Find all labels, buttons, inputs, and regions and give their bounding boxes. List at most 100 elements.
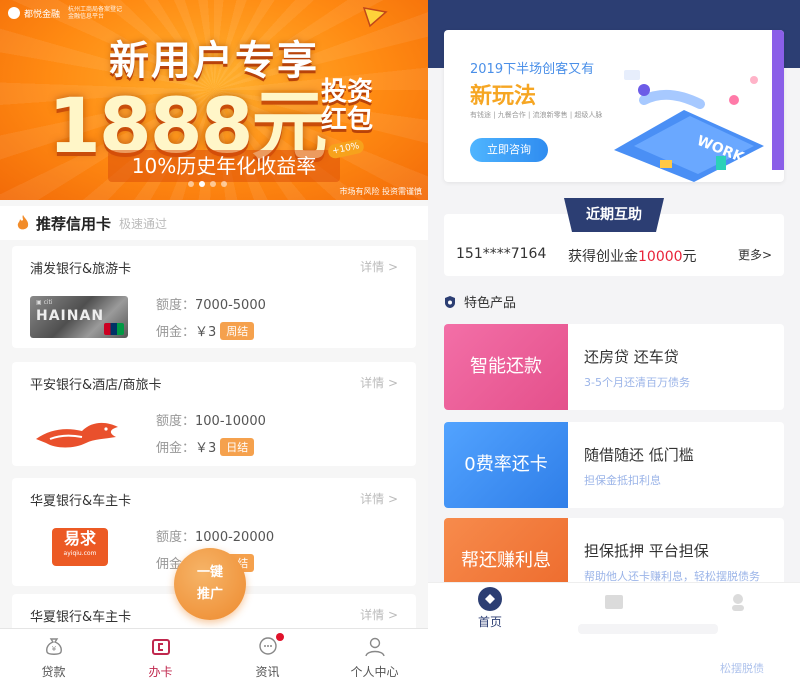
brand-sub: 杭州工商局备案登记 金融信息平台 bbox=[68, 6, 123, 20]
tab-home[interactable]: 首页 bbox=[428, 583, 552, 630]
banner-risk-notice: 市场有风险 投资需谨慎 bbox=[339, 187, 422, 196]
right-tabbar: 首页 bbox=[428, 582, 800, 630]
carousel-dot-active[interactable] bbox=[199, 181, 205, 187]
fab-line2: 推广 bbox=[196, 587, 223, 602]
reward-suffix: 元 bbox=[682, 249, 697, 265]
bottom-tabbar: ¥ 贷款 办卡 资讯 个人中心 bbox=[0, 628, 428, 682]
recent-help-panel: 近期互助 151****7164 获得创业金10000元 更多> bbox=[444, 198, 784, 276]
person-icon bbox=[364, 637, 385, 657]
one-click-promote-button[interactable]: 一键 推广 bbox=[174, 548, 246, 620]
limit-label: 额度： bbox=[156, 530, 196, 545]
right-screen: 2019下半场创客又有 新玩法 有钱途 | 九餐合作 | 流浪新零售 | 超级人… bbox=[428, 0, 800, 682]
notification-dot bbox=[276, 633, 285, 641]
recent-help-title: 近期互助 bbox=[586, 207, 642, 223]
card-detail-link[interactable]: 详情 > bbox=[360, 374, 398, 391]
limit-value: 100-10000 bbox=[195, 414, 266, 429]
card-fee: 佣金： ￥3 周结 bbox=[156, 321, 255, 340]
shield-icon bbox=[445, 295, 455, 308]
banner-brand: 都悦金融 杭州工商局备案登记 金融信息平台 bbox=[8, 6, 124, 20]
fee-value: ￥3 bbox=[195, 325, 217, 340]
tab-label: 贷款 bbox=[41, 665, 66, 679]
left-screen: 都悦金融 杭州工商局备案登记 金融信息平台 新用户专享 1888元 投资红包 1… bbox=[0, 0, 428, 682]
hainan-card-image: ▣ citi HAINAN bbox=[30, 296, 128, 338]
tab-news[interactable]: 资讯 bbox=[214, 629, 321, 682]
diamond-icon bbox=[485, 594, 495, 604]
recent-help-flag: 近期互助 bbox=[564, 198, 664, 232]
tab-label: 办卡 bbox=[148, 665, 173, 679]
home-icon bbox=[478, 587, 502, 611]
limit-value: 1000-20000 bbox=[195, 530, 275, 545]
card-brand-text: HAINAN bbox=[36, 308, 105, 324]
featured-title: 特色产品 bbox=[464, 296, 517, 311]
faded-overlay: 松摆脱债 bbox=[428, 624, 800, 682]
featured-header: 特色产品 bbox=[444, 292, 516, 311]
screenshot: 都悦金融 杭州工商局备案登记 金融信息平台 新用户专享 1888元 投资红包 1… bbox=[0, 0, 800, 682]
card-limit: 额度：1000-20000 bbox=[156, 526, 274, 545]
tab-profile[interactable]: 个人中心 bbox=[321, 629, 428, 682]
tab-third[interactable] bbox=[676, 583, 800, 630]
product-subtitle: 担保金抵扣利息 bbox=[584, 474, 661, 487]
tab-card[interactable]: 办卡 bbox=[107, 629, 214, 682]
fox-logo-icon bbox=[36, 422, 118, 448]
card-limit: 额度：100-10000 bbox=[156, 410, 266, 429]
recommend-header: 推荐信用卡 极速通过 bbox=[0, 206, 428, 240]
product-title: 担保抵押 平台担保 bbox=[584, 542, 709, 560]
tab-loan[interactable]: ¥ 贷款 bbox=[0, 629, 107, 682]
brand-name: 都悦金融 bbox=[24, 9, 61, 20]
banner-amount-suffix: 投资红包 bbox=[320, 77, 373, 135]
svg-text:¥: ¥ bbox=[51, 645, 56, 653]
card-detail-link[interactable]: 详情 > bbox=[360, 606, 398, 623]
product-block: 0费率还卡 bbox=[444, 422, 568, 508]
product-subtitle: 3-5个月还清百万债务 bbox=[584, 376, 690, 389]
product-block: 智能还款 bbox=[444, 324, 568, 410]
credit-card-item[interactable]: 平安银行&酒店/商旅卡 详情 > 额度：100-10000 佣金： ￥3 日结 bbox=[12, 362, 416, 466]
unionpay-icon bbox=[104, 323, 124, 335]
limit-value: 7000-5000 bbox=[195, 298, 266, 313]
brand-logo-icon bbox=[8, 7, 20, 19]
carousel-dot[interactable] bbox=[188, 181, 194, 187]
yiqiu-logo: 易求 ayiqiu.com bbox=[52, 528, 108, 566]
tab-label: 资讯 bbox=[255, 665, 280, 679]
product-card[interactable]: 0费率还卡 随借随还 低门槛 担保金抵扣利息 bbox=[444, 422, 784, 508]
banner-rate: 10%历史年化收益率 bbox=[108, 150, 340, 182]
tab-label: 个人中心 bbox=[350, 665, 399, 679]
more-link[interactable]: 更多> bbox=[738, 246, 772, 263]
promo-banner[interactable]: 都悦金融 杭州工商局备案登记 金融信息平台 新用户专享 1888元 投资红包 1… bbox=[0, 0, 428, 200]
recent-reward: 获得创业金10000元 bbox=[568, 246, 697, 266]
reward-prefix: 获得创业金 bbox=[568, 249, 638, 265]
promo-card[interactable]: 2019下半场创客又有 新玩法 有钱途 | 九餐合作 | 流浪新零售 | 超级人… bbox=[444, 30, 784, 182]
card-limit: 额度：7000-5000 bbox=[156, 294, 266, 313]
limit-label: 额度： bbox=[156, 414, 196, 429]
product-title: 还房贷 还车贷 bbox=[584, 348, 679, 366]
reward-amount: 10000 bbox=[638, 249, 683, 265]
settle-tag: 日结 bbox=[220, 437, 255, 456]
card-name: 浦发银行&旅游卡 bbox=[30, 262, 132, 277]
pennant-icon bbox=[362, 7, 388, 28]
money-bag-icon: ¥ bbox=[45, 638, 62, 655]
isometric-illustration: WORK bbox=[614, 70, 764, 182]
fee-label: 佣金： bbox=[156, 441, 196, 456]
fab-line1: 一键 bbox=[196, 565, 223, 580]
product-title: 随借随还 低门槛 bbox=[584, 446, 694, 464]
carousel-dots[interactable] bbox=[188, 181, 227, 187]
card-name: 平安银行&酒店/商旅卡 bbox=[30, 378, 162, 393]
fee-value: ￥3 bbox=[195, 441, 217, 456]
tab-second[interactable] bbox=[552, 583, 676, 630]
person-icon bbox=[732, 594, 744, 611]
faded-text: 松摆脱债 bbox=[720, 662, 764, 675]
carousel-dot[interactable] bbox=[210, 181, 216, 187]
tab-home-label: 首页 bbox=[477, 615, 502, 629]
carousel-dot[interactable] bbox=[221, 181, 227, 187]
product-card[interactable]: 智能还款 还房贷 还车贷 3-5个月还清百万债务 bbox=[444, 324, 784, 410]
promo-line3: 有钱途 | 九餐合作 | 流浪新零售 | 超级人脉 bbox=[470, 111, 603, 119]
yiqiu-logo-cn: 易求 bbox=[63, 529, 96, 548]
fire-icon bbox=[17, 215, 29, 230]
recent-phone: 151****7164 bbox=[456, 246, 547, 262]
consult-now-button[interactable]: 立即咨询 bbox=[470, 138, 548, 162]
section-subtitle: 极速通过 bbox=[119, 216, 168, 231]
card-fee: 佣金：￥3日结 bbox=[156, 437, 255, 456]
card-detail-link[interactable]: 详情 > bbox=[360, 490, 398, 507]
card-detail-link[interactable]: 详情 > bbox=[360, 258, 398, 275]
settle-tag: 周结 bbox=[220, 321, 255, 340]
limit-label: 额度： bbox=[156, 298, 196, 313]
